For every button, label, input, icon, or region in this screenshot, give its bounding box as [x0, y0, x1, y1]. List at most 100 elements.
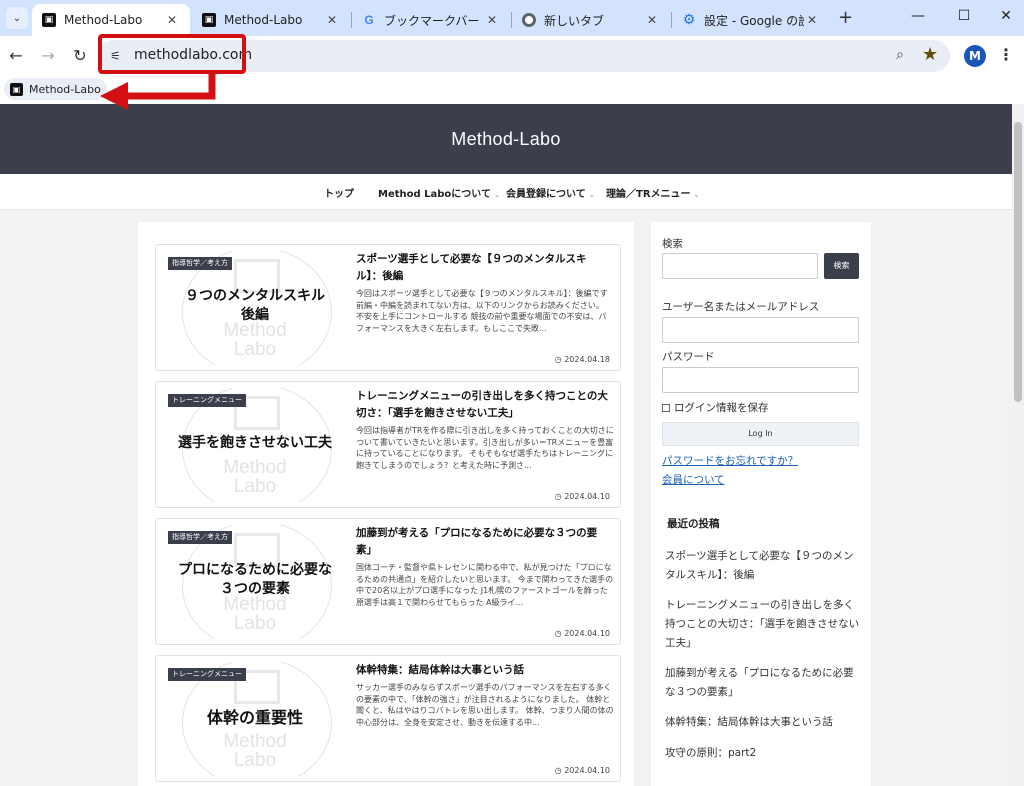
- category-badge[interactable]: トレーニングメニュー: [168, 668, 246, 681]
- bookmark-label: Method-Labo: [29, 82, 101, 96]
- new-tab-plus-icon[interactable]: +: [838, 9, 853, 27]
- tab-strip: ⌄ ▣ Method-Labo ✕ ▣ Method-Labo ✕ G ブックマ…: [0, 0, 1024, 36]
- minimize-icon[interactable]: —: [908, 8, 928, 24]
- nav-item-theory-menu[interactable]: 理論／TRメニュー ⌄: [606, 185, 699, 200]
- bookmark-method-labo[interactable]: ▣ Method-Labo: [4, 78, 107, 100]
- post-title[interactable]: スポーツ選手として必要な【９つのメンタルスキル】：後編: [356, 251, 612, 285]
- watermark-text: Method: [223, 731, 287, 752]
- post-excerpt: 今回はスポーツ選手として必要な【９つのメンタルスキル】：後編です 前編・中編を読…: [356, 289, 608, 333]
- search-button[interactable]: 検索: [824, 253, 859, 279]
- recent-post-link[interactable]: 体幹特集：結局体幹は大事という話: [665, 713, 861, 732]
- post-title[interactable]: トレーニングメニューの引き出しを多く持つことの大切さ：「選手を飽きさせない工夫」: [356, 388, 612, 422]
- tab-method-labo[interactable]: ▣ Method-Labo ✕: [192, 4, 350, 36]
- watermark-text: Method: [223, 320, 287, 341]
- recent-post-link[interactable]: トレーニングメニューの引き出しを多く持つことの大切さ：「選手を飽きさせない工夫」: [665, 596, 861, 653]
- post-thumbnail[interactable]: プロになるために必要な ３つの要素 Method Labo 指導哲学／考え方: [162, 525, 348, 639]
- tab-label: 設定 - Google の設定: [704, 13, 804, 28]
- post-date-text: 2024.04.10: [564, 629, 610, 638]
- nav-item-about[interactable]: Method Laboについて ⌄: [378, 185, 500, 200]
- page-scrollbar[interactable]: [1012, 104, 1024, 786]
- remember-me-checkbox[interactable]: ログイン情報を保存: [662, 400, 769, 415]
- post-date: ◷ 2024.04.10: [555, 492, 610, 501]
- close-icon[interactable]: ✕: [484, 13, 500, 27]
- watermark-text: Labo: [233, 339, 277, 360]
- watermark-text: Labo: [233, 750, 277, 771]
- post-date-text: 2024.04.10: [564, 766, 610, 775]
- recent-post-link[interactable]: 加藤到が考える「プロになるために必要な３つの要素」: [665, 664, 861, 702]
- post-date-text: 2024.04.10: [564, 492, 610, 501]
- bookmark-bar: ▣ Method-Labo: [0, 76, 1024, 104]
- nav-item-label: Method Laboについて: [378, 189, 491, 200]
- close-icon[interactable]: ✕: [804, 13, 820, 27]
- tab-method-labo-active[interactable]: ▣ Method-Labo ✕: [32, 4, 190, 36]
- post-title[interactable]: 体幹特集：結局体幹は大事という話: [356, 662, 612, 679]
- checkbox-icon[interactable]: [662, 403, 670, 412]
- password-input[interactable]: [662, 367, 859, 393]
- post-card[interactable]: ９つのメンタルスキル 後編 Method Labo 指導哲学／考え方 スポーツ選…: [155, 244, 621, 371]
- search-label: 検索: [662, 238, 683, 250]
- post-date-text: 2024.04.18: [564, 355, 610, 364]
- thumbnail-title: 選手を飽きさせない工夫: [178, 435, 332, 451]
- tab-new-tab[interactable]: 新しいタブ ✕: [512, 4, 670, 36]
- nav-item-label: 理論／TRメニュー: [606, 189, 691, 200]
- profile-avatar[interactable]: M: [964, 45, 986, 67]
- watermark-text: Method: [223, 594, 287, 615]
- clock-icon: ◷: [554, 766, 565, 775]
- site-title[interactable]: Method-Labo: [451, 129, 560, 150]
- close-icon[interactable]: ✕: [324, 13, 340, 27]
- post-date: ◷ 2024.04.10: [555, 629, 610, 638]
- post-excerpt: サッカー選手のみならずスポーツ選手のパフォーマンスを左右する多くの要素の中で、「…: [356, 683, 614, 727]
- zoom-icon[interactable]: ⌕: [896, 47, 904, 63]
- post-card[interactable]: 選手を飽きさせない工夫 Method Labo トレーニングメニュー トレーニン…: [155, 381, 621, 508]
- watermark-text: Method: [223, 457, 287, 478]
- watermark-text: Labo: [233, 476, 277, 497]
- membership-link[interactable]: 会員について: [662, 472, 725, 487]
- window-close-icon[interactable]: ✕: [996, 8, 1016, 24]
- close-icon[interactable]: ✕: [164, 13, 180, 27]
- tab-bookmark-bar-search[interactable]: G ブックマークバー 表示 ✕: [352, 4, 510, 36]
- site-navigation: トップ Method Laboについて ⌄ 会員登録について ⌄ 理論／TRメニュー…: [0, 174, 1012, 210]
- tab-label: Method-Labo: [64, 13, 143, 27]
- close-icon[interactable]: ✕: [644, 13, 660, 27]
- tab-label: Method-Labo: [224, 13, 303, 27]
- post-thumbnail[interactable]: 体幹の重要性 Method Labo トレーニングメニュー: [162, 662, 348, 776]
- username-input[interactable]: [662, 317, 859, 343]
- tab-search-chevron-icon[interactable]: ⌄: [6, 7, 28, 29]
- scrollbar-thumb[interactable]: [1014, 122, 1022, 402]
- category-badge[interactable]: トレーニングメニュー: [168, 394, 246, 407]
- category-badge[interactable]: 指導哲学／考え方: [168, 257, 232, 270]
- post-card[interactable]: プロになるために必要な ３つの要素 Method Labo 指導哲学／考え方 加…: [155, 518, 621, 645]
- web-page: Method-Labo トップ Method Laboについて ⌄ 会員登録につい…: [0, 104, 1012, 786]
- post-date: ◷ 2024.04.10: [555, 766, 610, 775]
- login-button[interactable]: Log In: [662, 422, 859, 446]
- post-list: ９つのメンタルスキル 後編 Method Labo 指導哲学／考え方 スポーツ選…: [138, 222, 634, 786]
- clock-icon: ◷: [554, 629, 565, 638]
- search-input[interactable]: [662, 253, 818, 279]
- kebab-menu-icon[interactable]: ⋮: [998, 45, 1014, 64]
- recent-post-link[interactable]: スポーツ選手として必要な【９つのメンタルスキル】：後編: [665, 547, 861, 585]
- back-arrow-icon[interactable]: ←: [6, 46, 26, 66]
- recent-post-link[interactable]: 攻守の原則：part2: [665, 744, 861, 763]
- username-label: ユーザー名またはメールアドレス: [662, 301, 820, 313]
- forward-arrow-icon[interactable]: →: [38, 46, 58, 66]
- maximize-icon[interactable]: ☐: [954, 8, 974, 24]
- category-badge[interactable]: 指導哲学／考え方: [168, 531, 232, 544]
- post-excerpt: 国体コーチ・監督や県トレセンに関わる中で、私が見つけた「プロになるための共通点」…: [356, 563, 614, 607]
- tab-settings[interactable]: ⚙ 設定 - Google の設定 ✕: [672, 4, 830, 36]
- bookmark-star-icon[interactable]: ★: [922, 44, 938, 65]
- password-label: パスワード: [662, 351, 715, 363]
- nav-item-membership[interactable]: 会員登録について ⌄: [506, 185, 595, 200]
- chevron-down-icon: ⌄: [693, 191, 700, 199]
- tab-label: 新しいタブ: [544, 13, 605, 28]
- post-card[interactable]: 体幹の重要性 Method Labo トレーニングメニュー 体幹特集：結局体幹は…: [155, 655, 621, 782]
- nav-item-top[interactable]: トップ: [324, 185, 354, 200]
- method-labo-favicon: ▣: [202, 13, 216, 27]
- post-thumbnail[interactable]: ９つのメンタルスキル 後編 Method Labo 指導哲学／考え方: [162, 251, 348, 365]
- reload-icon[interactable]: ↻: [70, 46, 90, 66]
- post-title[interactable]: 加藤到が考える「プロになるために必要な３つの要素」: [356, 525, 612, 559]
- forgot-password-link[interactable]: パスワードをお忘れですか？: [662, 453, 798, 468]
- chevron-down-icon: ⌄: [494, 191, 500, 199]
- settings-gear-icon: ⚙: [682, 12, 696, 28]
- post-thumbnail[interactable]: 選手を飽きさせない工夫 Method Labo トレーニングメニュー: [162, 388, 348, 502]
- chevron-down-icon: ⌄: [588, 191, 595, 199]
